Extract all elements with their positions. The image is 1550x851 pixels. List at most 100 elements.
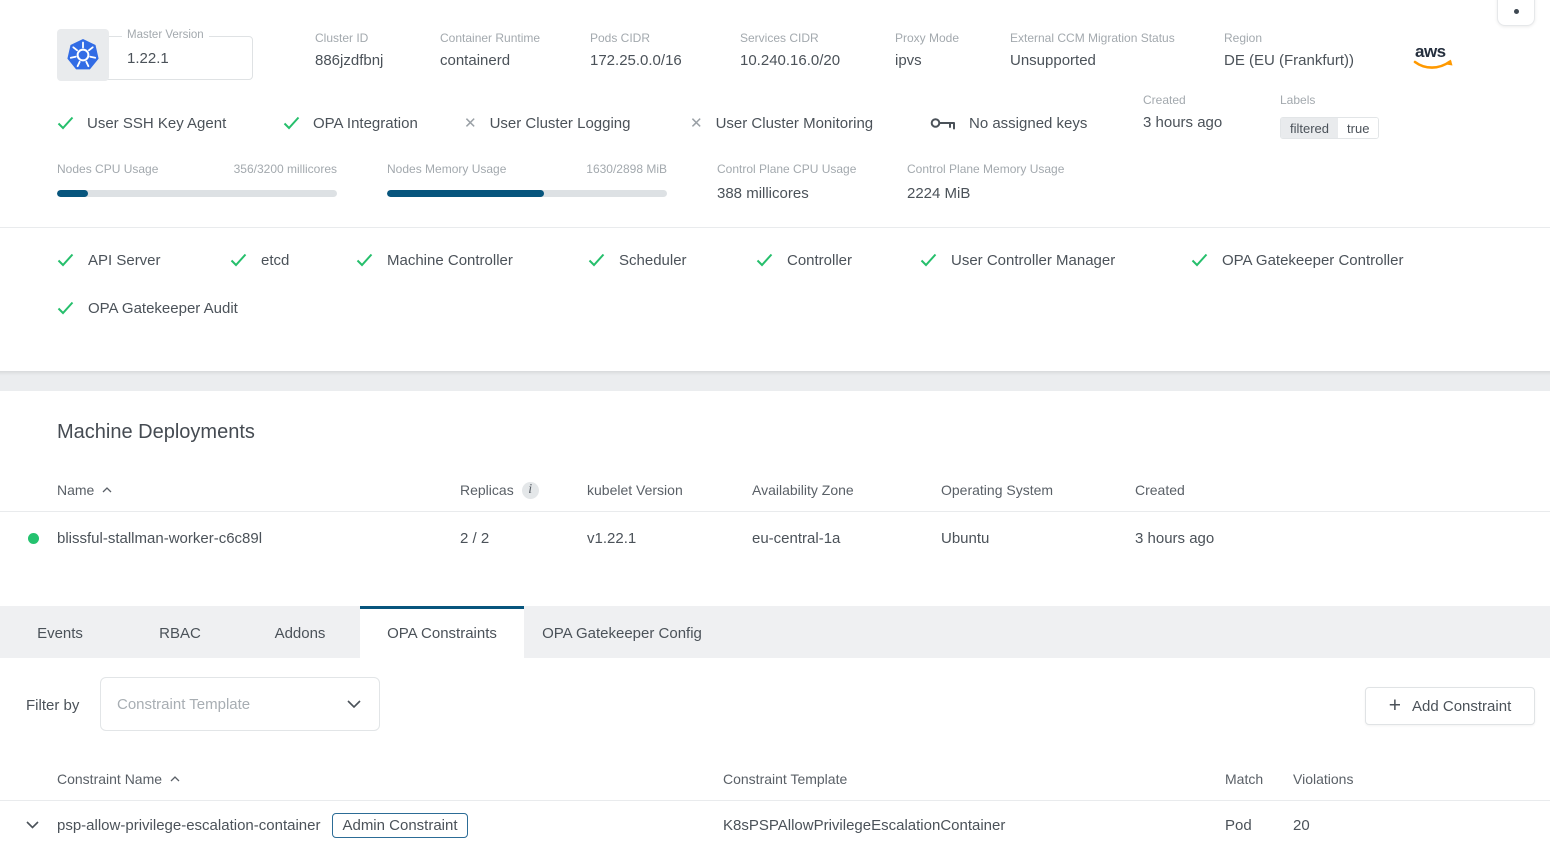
usage-value: 1630/2898 MiB — [586, 162, 667, 176]
column-kubelet-version: kubelet Version — [587, 482, 752, 498]
component-label: Controller — [787, 252, 852, 269]
md-operating-system: Ubuntu — [941, 530, 1135, 547]
component-opa-gatekeeper-controller: OPA Gatekeeper Controller — [1191, 248, 1403, 272]
tab-addons[interactable]: Addons — [240, 606, 360, 658]
md-kubelet-version: v1.22.1 — [587, 530, 752, 547]
info-label: Container Runtime — [440, 31, 540, 45]
label-chip: filtered true — [1280, 117, 1379, 139]
info-label: External CCM Migration Status — [1010, 31, 1175, 45]
info-services-cidr: Services CIDR 10.240.16.0/20 — [740, 31, 840, 69]
info-value: 172.25.0.0/16 — [590, 52, 682, 69]
column-created: Created — [1135, 482, 1550, 498]
progress-track — [57, 190, 337, 197]
usage-label: Nodes CPU Usage — [57, 162, 158, 176]
tab-rbac[interactable]: RBAC — [120, 606, 240, 658]
constraints-header-row: Constraint Name Constraint Template Matc… — [0, 758, 1550, 800]
usage-value: 388 millicores — [717, 185, 856, 202]
column-violations: Violations — [1293, 771, 1550, 787]
check-icon — [283, 116, 300, 130]
master-version-box: Master Version 1.22.1 — [100, 36, 253, 80]
component-label: OPA Gatekeeper Audit — [88, 300, 238, 317]
info-label: Proxy Mode — [895, 31, 959, 45]
constraint-violations: 20 — [1293, 817, 1550, 834]
component-label: API Server — [88, 252, 161, 269]
x-icon: ✕ — [464, 116, 477, 131]
tab-events[interactable]: Events — [0, 606, 120, 658]
usage-value: 356/3200 millicores — [234, 162, 337, 176]
machine-deployments-section: Machine Deployments Name Replicas i kube… — [0, 391, 1550, 606]
chevron-down-icon — [347, 700, 361, 708]
machine-deployment-row[interactable]: blissful-stallman-worker-c6c89l 2 / 2 v1… — [0, 512, 1550, 565]
check-icon — [756, 253, 773, 267]
master-version-label: Master Version — [122, 29, 209, 41]
tab-opa-gatekeeper-config[interactable]: OPA Gatekeeper Config — [524, 606, 720, 658]
check-icon — [588, 253, 605, 267]
x-icon: ✕ — [690, 116, 703, 131]
component-api-server: API Server — [57, 248, 161, 272]
section-divider — [0, 227, 1550, 228]
info-value: DE (EU (Frankfurt)) — [1224, 52, 1354, 69]
plus-icon: + — [1389, 695, 1401, 716]
component-etcd: etcd — [230, 248, 289, 272]
feature-user-cluster-logging: ✕ User Cluster Logging — [464, 112, 630, 134]
filter-by-label: Filter by — [26, 697, 79, 714]
info-pods-cidr: Pods CIDR 172.25.0.0/16 — [590, 31, 682, 69]
feature-label: User Cluster Monitoring — [716, 115, 874, 132]
info-label: Services CIDR — [740, 31, 840, 45]
svg-text:aws: aws — [1415, 42, 1446, 61]
info-value: ipvs — [895, 52, 959, 69]
info-cluster-id: Cluster ID 886jzdfbnj — [315, 31, 383, 69]
filter-placeholder: Constraint Template — [117, 696, 347, 713]
constraint-template: K8sPSPAllowPrivilegeEscalationContainer — [723, 817, 1225, 834]
labels-info: Labels filtered true — [1280, 93, 1379, 139]
feature-label: User Cluster Logging — [490, 115, 631, 132]
add-constraint-label: Add Constraint — [1412, 698, 1511, 715]
md-replicas: 2 / 2 — [460, 530, 587, 547]
info-label: Cluster ID — [315, 31, 383, 45]
feature-user-ssh-key-agent: User SSH Key Agent — [57, 112, 226, 134]
usage-label: Nodes Memory Usage — [387, 162, 506, 176]
info-value: containerd — [440, 52, 540, 69]
label-chip-value: true — [1338, 118, 1378, 138]
add-constraint-button[interactable]: + Add Constraint — [1365, 687, 1535, 725]
component-scheduler: Scheduler — [588, 248, 687, 272]
cluster-detail-page: Master Version 1.22.1 Cluster ID 886jzdf… — [0, 0, 1550, 851]
row-expander[interactable] — [26, 821, 57, 829]
info-label: Pods CIDR — [590, 31, 682, 45]
constraint-row[interactable]: psp-allow-privilege-escalation-container… — [0, 800, 1550, 850]
component-label: OPA Gatekeeper Controller — [1222, 252, 1403, 269]
info-proxy-mode: Proxy Mode ipvs — [895, 31, 959, 69]
info-icon[interactable]: i — [522, 482, 539, 499]
column-replicas: Replicas i — [460, 482, 587, 499]
admin-constraint-badge: Admin Constraint — [332, 813, 467, 838]
check-icon — [57, 253, 74, 267]
info-container-runtime: Container Runtime containerd — [440, 31, 540, 69]
info-value: Unsupported — [1010, 52, 1175, 69]
ssh-keys-status: No assigned keys — [930, 112, 1087, 134]
constraint-name: psp-allow-privilege-escalation-container — [57, 817, 320, 834]
labels-label: Labels — [1280, 93, 1379, 107]
column-match: Match — [1225, 771, 1293, 787]
feature-label: User SSH Key Agent — [87, 115, 226, 132]
md-created: 3 hours ago — [1135, 530, 1550, 547]
sort-asc-icon — [102, 487, 112, 493]
constraint-match: Pod — [1225, 817, 1293, 834]
column-name[interactable]: Name — [57, 482, 460, 498]
key-icon — [930, 115, 956, 131]
info-region: Region DE (EU (Frankfurt)) — [1224, 31, 1354, 69]
component-label: etcd — [261, 252, 289, 269]
column-constraint-template: Constraint Template — [723, 771, 1225, 787]
constraint-template-filter-select[interactable]: Constraint Template — [100, 677, 380, 731]
kubernetes-logo-icon — [57, 29, 109, 81]
tab-opa-constraints[interactable]: OPA Constraints — [360, 606, 524, 658]
component-machine-controller: Machine Controller — [356, 248, 513, 272]
section-separator-band — [0, 371, 1550, 391]
ssh-keys-text: No assigned keys — [969, 115, 1087, 132]
column-constraint-name[interactable]: Constraint Name — [57, 771, 723, 787]
check-icon — [1191, 253, 1208, 267]
check-icon — [230, 253, 247, 267]
progress-fill — [387, 190, 544, 197]
info-value: 886jzdfbnj — [315, 52, 383, 69]
cluster-actions-button[interactable] — [1497, 0, 1535, 26]
check-icon — [57, 301, 74, 315]
